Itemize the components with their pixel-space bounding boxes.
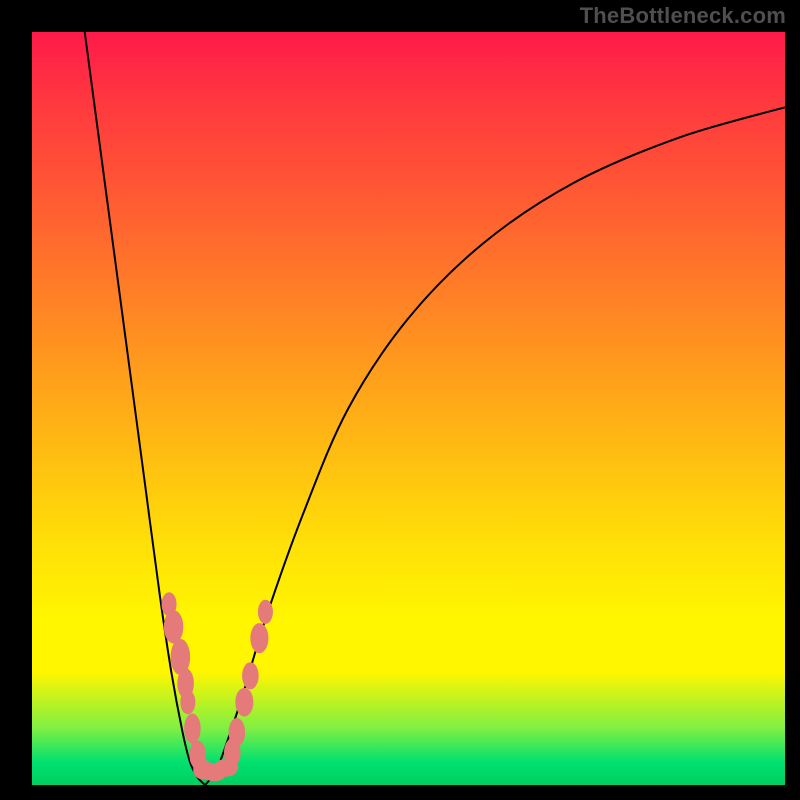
data-marker — [258, 600, 273, 624]
data-marker — [242, 662, 259, 689]
watermark-text: TheBottleneck.com — [580, 3, 786, 29]
chart-frame: TheBottleneck.com — [0, 0, 800, 800]
data-marker — [235, 688, 253, 717]
markers-group — [162, 592, 273, 781]
data-marker — [184, 713, 201, 743]
data-marker — [164, 610, 184, 643]
plot-area — [32, 32, 785, 785]
data-marker — [180, 690, 195, 714]
curves-svg — [32, 32, 785, 785]
data-marker — [229, 718, 246, 747]
right-curve — [205, 107, 785, 785]
data-marker — [250, 623, 268, 653]
